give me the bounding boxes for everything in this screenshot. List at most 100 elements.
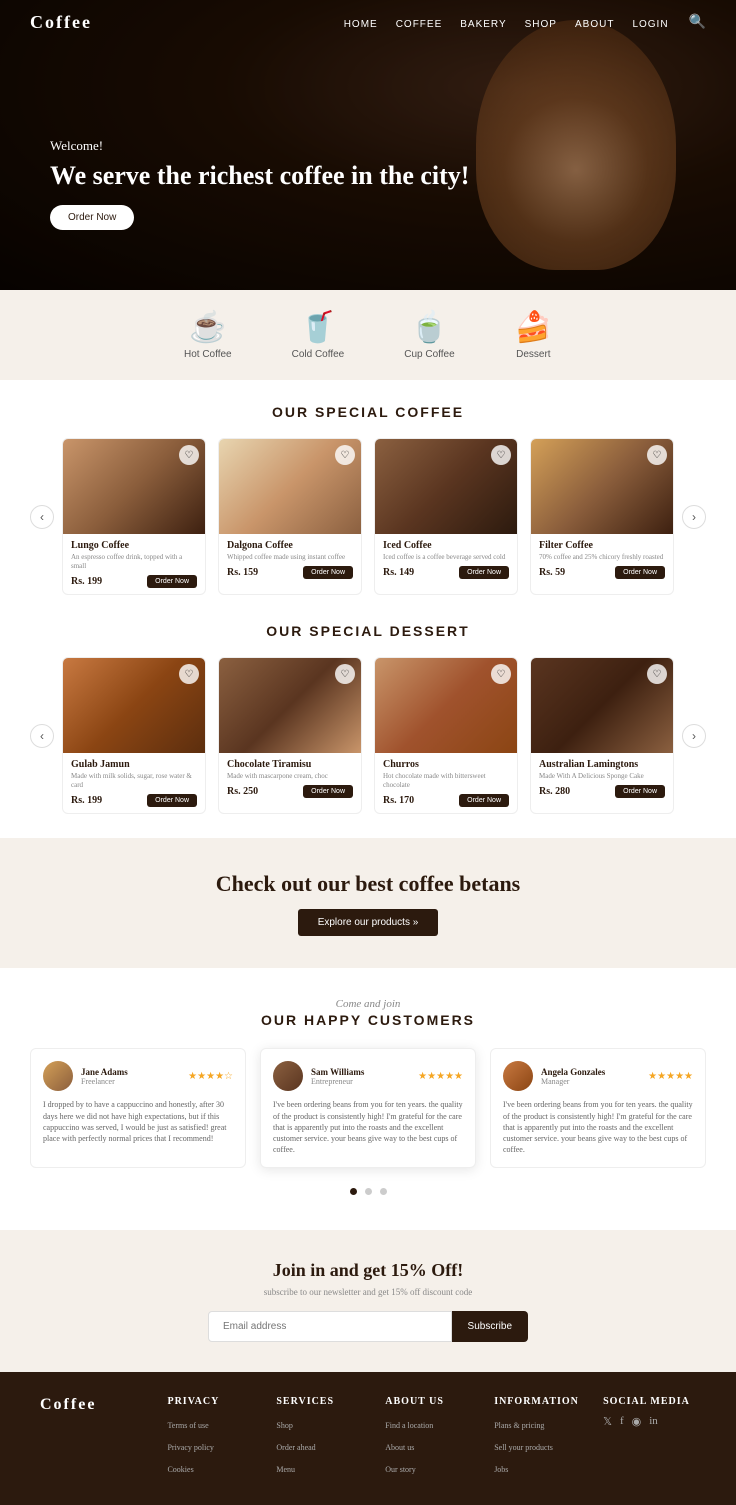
footer-logo: Coffee xyxy=(40,1396,151,1414)
nav-shop[interactable]: SHOP xyxy=(525,19,557,30)
dessert-products-row: ‹ ♡ Gulab Jamun Made with milk solids, s… xyxy=(30,657,706,814)
gulab-order-button[interactable]: Order Now xyxy=(147,794,197,807)
tiramisu-price: Rs. 250 xyxy=(227,786,258,797)
newsletter-title: Join in and get 15% Off! xyxy=(30,1260,706,1281)
instagram-icon[interactable]: ◉ xyxy=(632,1415,642,1428)
footer-privacy-link[interactable]: Privacy policy xyxy=(167,1443,213,1452)
dot-2[interactable] xyxy=(365,1188,372,1195)
footer-sell-link[interactable]: Sell your products xyxy=(494,1443,553,1452)
gulab-name: Gulab Jamun xyxy=(71,759,197,770)
jane-name: Jane Adams xyxy=(81,1067,128,1077)
footer-about-title: ABOUT US xyxy=(385,1396,478,1407)
angela-stars: ★★★★★ xyxy=(648,1071,693,1082)
coffee-next-arrow[interactable]: › xyxy=(682,505,706,529)
lungo-order-button[interactable]: Order Now xyxy=(147,575,197,588)
iced-footer: Rs. 149 Order Now xyxy=(383,566,509,579)
footer-jobs-link[interactable]: Jobs xyxy=(494,1465,508,1474)
iced-desc: Iced coffee is a coffee beverage served … xyxy=(383,553,509,562)
footer-terms-link[interactable]: Terms of use xyxy=(167,1421,208,1430)
search-icon[interactable]: 🔍 xyxy=(689,14,706,31)
testimonials-grid: Jane Adams Freelancer ★★★★☆ I dropped by… xyxy=(30,1048,706,1168)
dot-3[interactable] xyxy=(380,1188,387,1195)
footer-menu-link[interactable]: Menu xyxy=(276,1465,295,1474)
tiramisu-order-button[interactable]: Order Now xyxy=(303,785,353,798)
footer-cookies-link[interactable]: Cookies xyxy=(167,1465,193,1474)
nav-coffee[interactable]: COFFEE xyxy=(396,19,443,30)
lamington-order-button[interactable]: Order Now xyxy=(615,785,665,798)
hero-welcome: Welcome! xyxy=(50,138,469,154)
iced-wishlist-button[interactable]: ♡ xyxy=(491,445,511,465)
gulab-desc: Made with milk solids, sugar, rose water… xyxy=(71,772,197,790)
cup-coffee-icon: 🍵 xyxy=(404,310,454,345)
coffee-prev-arrow[interactable]: ‹ xyxy=(30,505,54,529)
facebook-icon[interactable]: f xyxy=(620,1415,624,1428)
testi-sam-header: Sam Williams Entrepreneur ★★★★★ xyxy=(273,1061,463,1091)
coffee-product-grid: ♡ Lungo Coffee An espresso coffee drink,… xyxy=(62,438,674,595)
product-lungo: ♡ Lungo Coffee An espresso coffee drink,… xyxy=(62,438,206,595)
testi-angela-header: Angela Gonzales Manager ★★★★★ xyxy=(503,1061,693,1091)
nav-bakery[interactable]: BAKERY xyxy=(460,19,506,30)
gulab-price: Rs. 199 xyxy=(71,795,102,806)
dalgona-order-button[interactable]: Order Now xyxy=(303,566,353,579)
category-dessert[interactable]: 🍰 Dessert xyxy=(515,310,552,360)
filter-order-button[interactable]: Order Now xyxy=(615,566,665,579)
iced-name: Iced Coffee xyxy=(383,540,509,551)
tiramisu-desc: Made with mascarpone cream, choc xyxy=(227,772,353,781)
dessert-prev-arrow[interactable]: ‹ xyxy=(30,724,54,748)
cold-coffee-icon: 🥤 xyxy=(292,310,345,345)
nav-about[interactable]: ABOUT xyxy=(575,19,614,30)
hero-content: Welcome! We serve the richest coffee in … xyxy=(50,138,469,230)
churros-order-button[interactable]: Order Now xyxy=(459,794,509,807)
footer-aboutus-link[interactable]: About us xyxy=(385,1443,414,1452)
category-hot-coffee[interactable]: ☕ Hot Coffee xyxy=(184,310,232,360)
promo-cta-button[interactable]: Explore our products » xyxy=(298,909,439,936)
footer-about-links: Find a location About us Our story xyxy=(385,1415,478,1477)
twitter-icon[interactable]: 𝕏 xyxy=(603,1415,612,1428)
coffee-section-title: OUR SPECIAL COFFEE xyxy=(30,404,706,420)
cold-coffee-label: Cold Coffee xyxy=(292,349,345,360)
footer-services-col: SERVICES Shop Order ahead Menu xyxy=(276,1396,369,1481)
footer-pricing-link[interactable]: Plans & pricing xyxy=(494,1421,544,1430)
sam-text: I've been ordering beans from you for te… xyxy=(273,1099,463,1155)
iced-info: Iced Coffee Iced coffee is a coffee beve… xyxy=(375,534,517,585)
category-cup-coffee[interactable]: 🍵 Cup Coffee xyxy=(404,310,454,360)
churros-footer: Rs. 170 Order Now xyxy=(383,794,509,807)
churros-desc: Hot chocolate made with bittersweet choc… xyxy=(383,772,509,790)
footer-story-link[interactable]: Our story xyxy=(385,1465,415,1474)
lungo-wishlist-button[interactable]: ♡ xyxy=(179,445,199,465)
promo-title: Check out our best coffee betans xyxy=(216,871,521,897)
newsletter-sub: subscribe to our newsletter and get 15% … xyxy=(30,1287,706,1297)
testimonials-title: OUR HAPPY CUSTOMERS xyxy=(30,1012,706,1028)
churros-price: Rs. 170 xyxy=(383,795,414,806)
hero-cta-button[interactable]: Order Now xyxy=(50,205,134,230)
dalgona-wishlist-button[interactable]: ♡ xyxy=(335,445,355,465)
angela-avatar xyxy=(503,1061,533,1091)
iced-order-button[interactable]: Order Now xyxy=(459,566,509,579)
footer-location-link[interactable]: Find a location xyxy=(385,1421,433,1430)
dessert-section-title: OUR SPECIAL DESSERT xyxy=(30,623,706,639)
lamington-footer: Rs. 280 Order Now xyxy=(539,785,665,798)
filter-wishlist-button[interactable]: ♡ xyxy=(647,445,667,465)
dot-1[interactable] xyxy=(350,1188,357,1195)
footer: Coffee PRIVACY Terms of use Privacy poli… xyxy=(0,1372,736,1505)
iced-price: Rs. 149 xyxy=(383,567,414,578)
footer-services-title: SERVICES xyxy=(276,1396,369,1407)
newsletter-email-input[interactable] xyxy=(208,1311,452,1342)
footer-order-link[interactable]: Order ahead xyxy=(276,1443,315,1452)
dessert-label: Dessert xyxy=(515,349,552,360)
lungo-footer: Rs. 199 Order Now xyxy=(71,575,197,588)
newsletter-subscribe-button[interactable]: Subscribe xyxy=(452,1311,528,1342)
product-gulab: ♡ Gulab Jamun Made with milk solids, sug… xyxy=(62,657,206,814)
linkedin-icon[interactable]: in xyxy=(649,1415,658,1428)
category-cold-coffee[interactable]: 🥤 Cold Coffee xyxy=(292,310,345,360)
navbar: Coffee HOME COFFEE BAKERY SHOP ABOUT LOG… xyxy=(0,0,736,45)
testimonial-sam: Sam Williams Entrepreneur ★★★★★ I've bee… xyxy=(260,1048,476,1168)
angela-meta: Angela Gonzales Manager xyxy=(541,1067,605,1086)
promo-banner: Check out our best coffee betans Explore… xyxy=(0,838,736,968)
product-lamington: ♡ Australian Lamingtons Made With A Deli… xyxy=(530,657,674,814)
nav-home[interactable]: HOME xyxy=(344,19,378,30)
nav-login[interactable]: LOGIN xyxy=(632,19,668,30)
footer-shop-link[interactable]: Shop xyxy=(276,1421,292,1430)
footer-info-title: INFORMATION xyxy=(494,1396,587,1407)
dessert-next-arrow[interactable]: › xyxy=(682,724,706,748)
